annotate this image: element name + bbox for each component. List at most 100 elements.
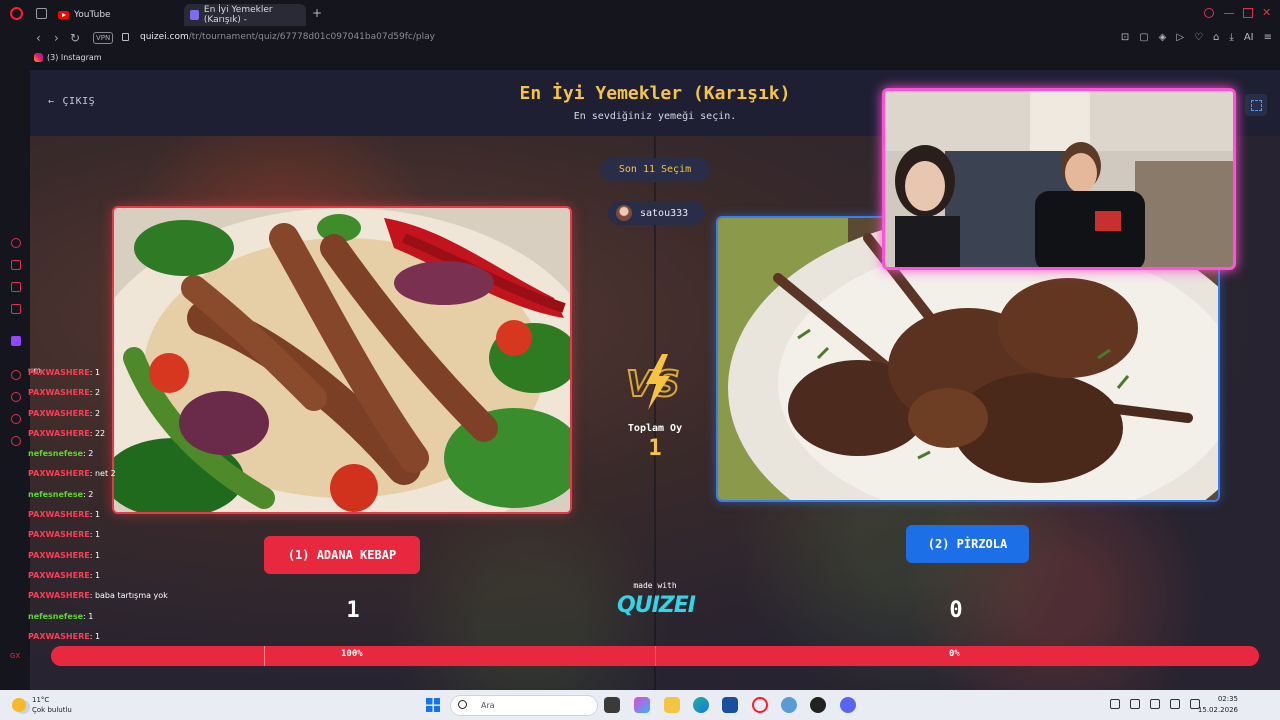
sidebar-extensions-icon[interactable] [11, 414, 21, 424]
chat-username[interactable]: PAXWASHERE [28, 591, 90, 600]
sidebar-store-icon[interactable] [11, 260, 21, 270]
play-icon[interactable]: ▷ [1176, 32, 1184, 43]
chat-username[interactable]: PAXWASHERE [28, 409, 90, 418]
discord-icon[interactable] [840, 697, 856, 713]
chat-message: PAXWASHERE: 2 [28, 409, 208, 429]
made-with-label: made with [633, 581, 677, 590]
weather-text: Çok bulutlu [32, 706, 72, 714]
twitch-icon[interactable] [11, 336, 21, 346]
address-bar: ‹ › ↻ VPN quizei.com/tr/tournament/quiz/… [0, 28, 1280, 50]
sidebar-history-icon[interactable] [11, 392, 21, 402]
task-view-icon[interactable] [604, 697, 620, 713]
tab-youtube[interactable]: YouTube [52, 4, 180, 26]
chat-username[interactable]: nefesnefese [28, 449, 83, 458]
bookmarks-bar: (3) Instagram [0, 50, 1280, 68]
close-icon[interactable]: ✕ [1262, 7, 1272, 18]
taskbar-search[interactable]: Ara [450, 695, 598, 716]
chat-message: PAXWASHERE: 1 [28, 571, 208, 591]
wallet-icon[interactable]: ⌂ [1213, 32, 1219, 43]
chat-username[interactable]: PAXWASHERE [28, 429, 90, 438]
url-path: /tr/tournament/quiz/67778d01c097041ba07d… [188, 32, 435, 42]
download-icon[interactable]: ⤓ [1229, 32, 1233, 43]
chat-text: 2 [88, 449, 94, 459]
file-explorer-icon[interactable] [664, 697, 680, 713]
windows-start-icon[interactable] [426, 698, 440, 712]
snapshot-icon[interactable]: ▢ [1139, 32, 1148, 43]
clock[interactable]: 02:35 15.02.2026 [1198, 694, 1238, 716]
chat-text: 1 [94, 530, 101, 540]
chat-username[interactable]: PAXWASHERE [28, 388, 90, 397]
cloudy-weather-icon [12, 698, 26, 712]
chat-username[interactable]: PAXWASHERE [28, 510, 90, 519]
ai-button[interactable]: AI [1244, 32, 1254, 43]
new-tab-icon[interactable]: + [312, 6, 322, 20]
instagram-icon [34, 53, 43, 62]
chat-text: 2 [94, 388, 101, 398]
store-icon[interactable] [722, 697, 738, 713]
back-arrow-icon[interactable]: ‹ [36, 31, 41, 45]
chat-username[interactable]: PAXWASHERE [28, 530, 90, 539]
search-tabs-icon[interactable] [1204, 8, 1214, 18]
weather-widget[interactable]: 11°C Çok bulutlu [12, 695, 72, 715]
chat-username[interactable]: nefesnefese [28, 612, 83, 621]
tray-app-icon[interactable] [1130, 699, 1140, 709]
tray-chevron-icon[interactable] [1110, 699, 1120, 709]
heart-icon[interactable]: ♡ [1194, 32, 1203, 43]
forward-arrow-icon[interactable]: › [54, 31, 59, 45]
bookmark-instagram[interactable]: (3) Instagram [34, 53, 102, 62]
choose-pirzola-button[interactable]: (2) PİRZOLA [906, 525, 1029, 563]
chat-message: PAXWASHERE: net 2 [28, 469, 208, 489]
tab-bar: YouTube En İyi Yemekler (Karışık) - + ✕ [0, 0, 1280, 28]
opera-gx-icon[interactable] [752, 697, 768, 713]
chat-message: PAXWASHERE: 1 [28, 551, 208, 571]
reload-icon[interactable]: ↻ [70, 31, 80, 45]
app-icon[interactable] [810, 697, 826, 713]
chat-username[interactable]: PAXWASHERE [28, 368, 90, 377]
chat-message: PAXWASHERE: 1 [28, 530, 208, 550]
sidebar-gx-icon[interactable] [11, 238, 21, 248]
tab-quizei[interactable]: En İyi Yemekler (Karışık) - [184, 4, 306, 26]
chat-username[interactable]: PAXWASHERE [28, 632, 90, 641]
chat-text: 1 [94, 631, 101, 641]
webcam-overlay [882, 88, 1236, 270]
edge-icon[interactable] [693, 697, 709, 713]
chat-username[interactable]: PAXWASHERE [28, 571, 90, 580]
choose-adana-kebab-button[interactable]: (1) ADANA KEBAP [264, 536, 420, 574]
vpn-badge[interactable]: VPN [93, 32, 114, 44]
quizei-tab-icon [190, 10, 199, 20]
sidebar-gx-label: GX [10, 652, 21, 660]
chat-text: 1 [94, 510, 101, 520]
shield-icon[interactable]: ◈ [1159, 32, 1167, 43]
lock-icon[interactable] [122, 33, 129, 41]
chat-message: PAXWASHERE: 2 [28, 388, 208, 408]
url-field[interactable]: quizei.com/tr/tournament/quiz/67778d01c0… [140, 32, 435, 42]
chat-username[interactable]: nefesnefese [28, 490, 83, 499]
menu-icon[interactable]: ≡ [1264, 32, 1272, 43]
tray-app-icon[interactable] [1150, 699, 1160, 709]
chat-username[interactable]: PAXWASHERE [28, 551, 90, 560]
maximize-icon[interactable] [1243, 8, 1253, 18]
sidebar-twitch-tracker-icon[interactable] [11, 282, 21, 292]
network-icon[interactable] [1170, 699, 1180, 709]
fullscreen-icon[interactable] [1245, 94, 1267, 116]
address-bar-actions: ⊡ ▢ ◈ ▷ ♡ ⌂ ⤓ AI ≡ [1121, 32, 1272, 43]
last-choices-pill[interactable]: Son 11 Seçim [600, 158, 710, 182]
tab-manager-icon[interactable] [36, 8, 47, 19]
minimize-icon[interactable] [1224, 8, 1234, 14]
vote-progress-bar: 100% 0% [51, 646, 1259, 666]
chat-text: net 2 [94, 469, 116, 479]
settings-icon[interactable] [781, 697, 797, 713]
camera-icon[interactable]: ⊡ [1121, 32, 1129, 43]
copilot-icon[interactable] [634, 697, 650, 713]
chat-username[interactable]: PAXWASHERE [28, 469, 90, 478]
sidebar-player-icon[interactable] [11, 370, 21, 380]
quizei-logo[interactable]: QUIZEI [613, 593, 699, 618]
date: 15.02.2026 [1197, 706, 1238, 714]
sidebar-messenger-icon[interactable] [11, 304, 21, 314]
voter-pill: satou333 [608, 201, 705, 225]
chat-message: PAXWASHERE: baba tartışma yok [28, 591, 208, 611]
opera-icon[interactable] [10, 7, 23, 20]
chat-message: nefesnefese: 2 [28, 490, 208, 510]
sidebar-settings-icon[interactable] [11, 436, 21, 446]
browser-window: YouTube En İyi Yemekler (Karışık) - + ✕ … [0, 0, 1280, 690]
